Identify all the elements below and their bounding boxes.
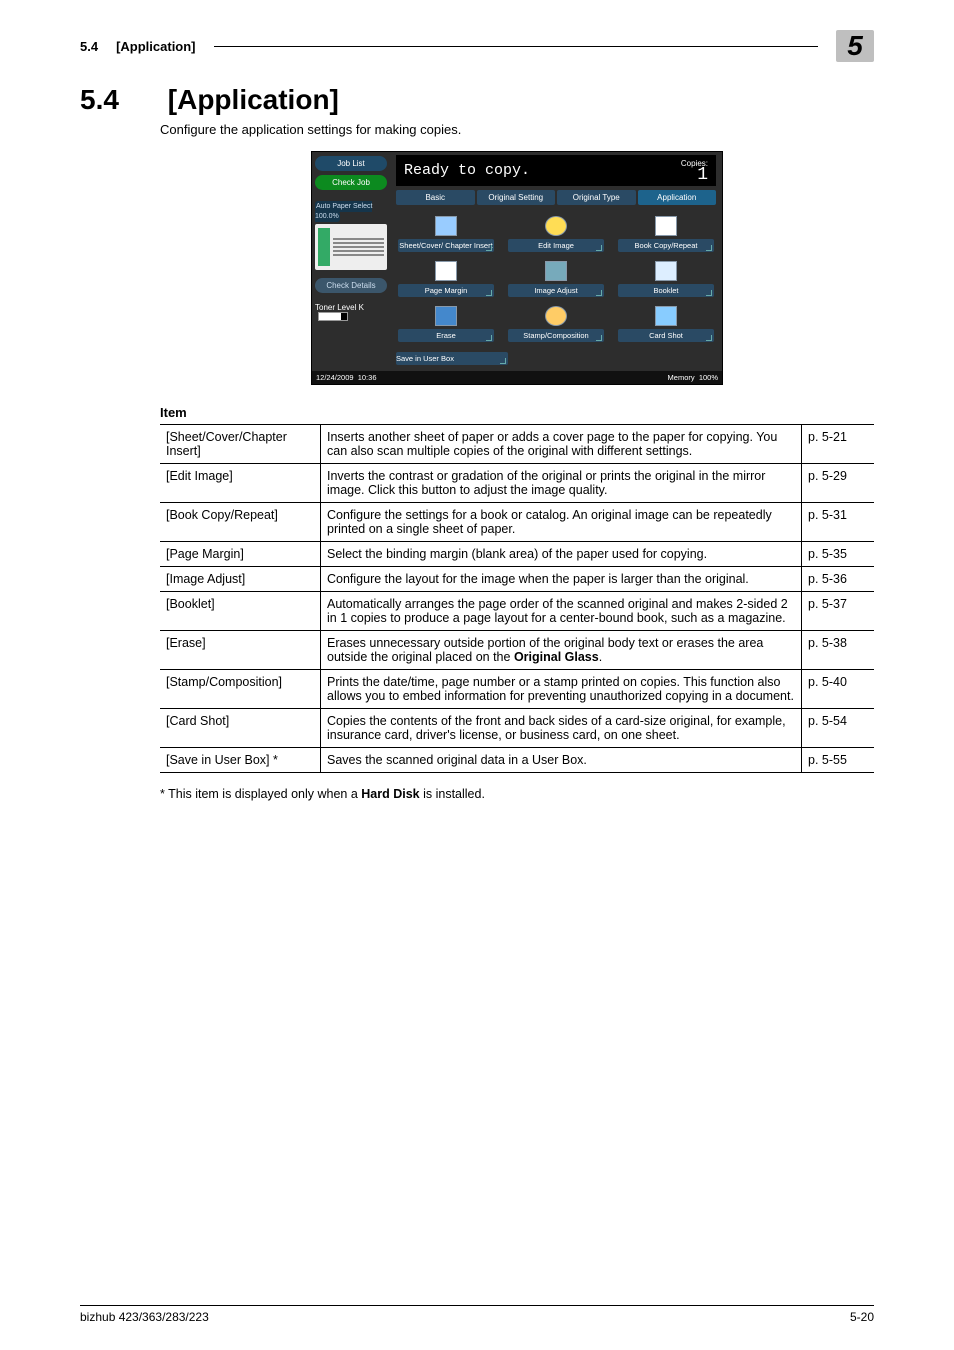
table-row: [Booklet]Automatically arranges the page… — [160, 592, 874, 631]
edit-image-icon — [545, 216, 567, 236]
booklet-icon — [655, 261, 677, 281]
card-shot-icon — [655, 306, 677, 326]
preview-thumbnail — [315, 224, 387, 270]
item-name: [Edit Image] — [160, 464, 321, 503]
intro-text: Configure the application settings for m… — [160, 122, 874, 137]
table-row: [Stamp/Composition]Prints the date/time,… — [160, 670, 874, 709]
item-desc: Configure the layout for the image when … — [321, 567, 802, 592]
head-section-title: [Application] — [116, 39, 195, 54]
table-row: [Edit Image]Inverts the contrast or grad… — [160, 464, 874, 503]
table-row: [Sheet/Cover/Chapter Insert]Inserts anot… — [160, 425, 874, 464]
panel-main: Ready to copy. Copies: 1 Basic Original … — [390, 152, 722, 371]
chapter-badge: 5 — [836, 30, 874, 62]
head-section-no: 5.4 — [80, 39, 98, 54]
item-name: [Image Adjust] — [160, 567, 321, 592]
btn-page-margin[interactable]: Page Margin — [398, 260, 494, 297]
item-desc: Inserts another sheet of paper or adds a… — [321, 425, 802, 464]
btn-save-user-box[interactable]: Save in User Box — [396, 352, 508, 365]
item-page: p. 5-40 — [802, 670, 875, 709]
btn-book-copy[interactable]: Book Copy/Repeat — [618, 215, 714, 252]
item-name: [Booklet] — [160, 592, 321, 631]
btn-edit-image[interactable]: Edit Image — [508, 215, 604, 252]
item-desc: Saves the scanned original data in a Use… — [321, 748, 802, 773]
erase-icon — [435, 306, 457, 326]
panel-sidebar: Job List Check Job Auto Paper Select 100… — [312, 152, 390, 371]
btn-card-shot[interactable]: Card Shot — [618, 305, 714, 342]
page-footer: bizhub 423/363/283/223 5-20 — [80, 1305, 874, 1324]
item-name: [Stamp/Composition] — [160, 670, 321, 709]
item-name: [Save in User Box] * — [160, 748, 321, 773]
auto-paper-indicator: Auto Paper Select 100.0% — [315, 201, 372, 222]
toner-level: Toner Level K — [315, 303, 387, 321]
btn-booklet[interactable]: Booklet — [618, 260, 714, 297]
item-desc: Erases unnecessary outside portion of th… — [321, 631, 802, 670]
item-name: [Book Copy/Repeat] — [160, 503, 321, 542]
item-desc: Configure the settings for a book or cat… — [321, 503, 802, 542]
btn-erase[interactable]: Erase — [398, 305, 494, 342]
footer-model: bizhub 423/363/283/223 — [80, 1310, 209, 1324]
section-heading: 5.4 [Application] — [80, 84, 874, 116]
item-desc: Copies the contents of the front and bac… — [321, 709, 802, 748]
item-page: p. 5-38 — [802, 631, 875, 670]
btn-stamp[interactable]: Stamp/Composition — [508, 305, 604, 342]
item-page: p. 5-54 — [802, 709, 875, 748]
table-row: [Image Adjust]Configure the layout for t… — [160, 567, 874, 592]
head-rule — [214, 46, 818, 47]
item-desc: Prints the date/time, page number or a s… — [321, 670, 802, 709]
table-row: [Page Margin]Select the binding margin (… — [160, 542, 874, 567]
copier-panel: Job List Check Job Auto Paper Select 100… — [311, 151, 723, 385]
item-desc: Automatically arranges the page order of… — [321, 592, 802, 631]
footer-page: 5-20 — [850, 1310, 874, 1324]
job-list-button[interactable]: Job List — [315, 156, 387, 171]
table-row: [Erase] Erases unnecessary outside porti… — [160, 631, 874, 670]
footnote: * This item is displayed only when a Har… — [160, 787, 874, 801]
btn-sheet-cover[interactable]: Sheet/Cover/ Chapter Insert — [398, 215, 494, 252]
item-page: p. 5-37 — [802, 592, 875, 631]
item-page: p. 5-55 — [802, 748, 875, 773]
running-head: 5.4 [Application] 5 — [80, 30, 874, 62]
check-details-button[interactable]: Check Details — [315, 278, 387, 293]
item-page: p. 5-21 — [802, 425, 875, 464]
items-table: [Sheet/Cover/Chapter Insert]Inserts anot… — [160, 424, 874, 773]
status-bar: Ready to copy. Copies: 1 — [396, 155, 716, 186]
item-page: p. 5-35 — [802, 542, 875, 567]
item-page: p. 5-29 — [802, 464, 875, 503]
item-name: [Erase] — [160, 631, 321, 670]
stamp-icon — [545, 306, 567, 326]
check-job-button[interactable]: Check Job — [315, 175, 387, 190]
page-margin-icon — [435, 261, 457, 281]
item-page: p. 5-36 — [802, 567, 875, 592]
copies-display: Copies: 1 — [681, 159, 708, 182]
tab-application[interactable]: Application — [638, 190, 717, 205]
section-number: 5.4 — [80, 84, 160, 116]
item-desc: Select the binding margin (blank area) o… — [321, 542, 802, 567]
section-title: [Application] — [168, 84, 339, 115]
table-row: [Card Shot]Copies the contents of the fr… — [160, 709, 874, 748]
table-row: [Book Copy/Repeat]Configure the settings… — [160, 503, 874, 542]
image-adjust-icon — [545, 261, 567, 281]
tab-original-type[interactable]: Original Type — [557, 190, 636, 205]
panel-tabs: Basic Original Setting Original Type App… — [396, 190, 716, 205]
item-name: [Card Shot] — [160, 709, 321, 748]
item-name: [Sheet/Cover/Chapter Insert] — [160, 425, 321, 464]
sheet-cover-icon — [435, 216, 457, 236]
application-grid: Sheet/Cover/ Chapter Insert Edit Image B… — [396, 209, 716, 348]
ready-message: Ready to copy. — [404, 162, 530, 179]
tab-original-setting[interactable]: Original Setting — [477, 190, 556, 205]
item-page: p. 5-31 — [802, 503, 875, 542]
item-name: [Page Margin] — [160, 542, 321, 567]
btn-image-adjust[interactable]: Image Adjust — [508, 260, 604, 297]
panel-footer: 12/24/2009 10:36 Memory 100% — [312, 371, 722, 384]
item-desc: Inverts the contrast or gradation of the… — [321, 464, 802, 503]
tab-basic[interactable]: Basic — [396, 190, 475, 205]
table-row: [Save in User Box] *Saves the scanned or… — [160, 748, 874, 773]
table-title: Item — [160, 405, 874, 420]
book-copy-icon — [655, 216, 677, 236]
